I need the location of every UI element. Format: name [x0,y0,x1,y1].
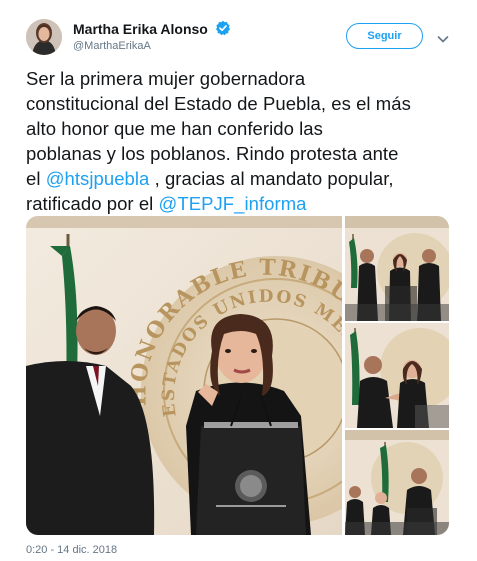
follow-button[interactable]: Seguir [346,23,423,49]
tweet-text-segment: , gracias al mandato popular, [149,168,394,189]
tweet-line: alto honor que me han conferido las [26,118,323,139]
tweet-line: el @htsjpuebla , gracias al mandato popu… [26,166,451,191]
mention-link-htsjpuebla[interactable]: @htsjpuebla [46,168,150,189]
avatar[interactable] [26,19,62,55]
photo-thumbnail-1[interactable] [345,216,449,321]
photo-thumbnail-2[interactable] [345,323,449,428]
photo-thumbnail-3[interactable] [345,430,449,535]
tweet-text-segment: el [26,168,46,189]
user-identity: Martha Erika Alonso @MarthaErikaA [73,20,231,52]
tweet-timestamp[interactable]: 0:20 - 14 dic. 2018 [26,544,117,556]
photo-main[interactable]: HONORABLE TRIBUNAL ESTADOS UNIDOS MEXICA… [26,216,342,535]
display-name[interactable]: Martha Erika Alonso [73,21,208,37]
tweet-text-segment: ratificado por el [26,193,159,214]
mention-link-tepjf[interactable]: @TEPJF_informa [159,193,307,214]
verified-badge-icon [215,20,231,36]
tweet-line: poblanas y los poblanos. Rindo protesta … [26,143,399,164]
chevron-down-icon[interactable] [437,31,449,43]
tweet-header: Martha Erika Alonso @MarthaErikaA Seguir [26,17,456,57]
tweet-line: Ser la primera mujer gobernadora [26,68,306,89]
tweet-line: constitucional del Estado de Puebla, es … [26,93,411,114]
tweet-line: ratificado por el @TEPJF_informa [26,191,451,216]
user-handle[interactable]: @MarthaErikaA [73,40,231,52]
tweet-text: Ser la primera mujer gobernadora constit… [26,66,451,216]
media-grid: HONORABLE TRIBUNAL ESTADOS UNIDOS MEXICA… [26,216,449,535]
